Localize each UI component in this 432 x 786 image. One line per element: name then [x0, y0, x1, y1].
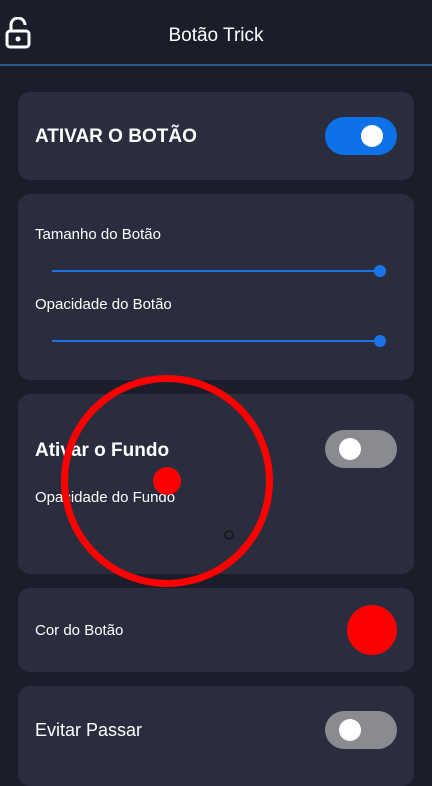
activate-button-card: ATIVAR O BOTÃO [18, 92, 414, 180]
floating-button-dot[interactable] [153, 467, 181, 495]
button-color-label: Cor do Botão [35, 622, 124, 639]
button-opacity-slider[interactable] [52, 334, 386, 348]
page-title: Botão Trick [168, 25, 264, 46]
toggle-knob [339, 719, 361, 741]
button-color-card: Cor do Botão [18, 588, 414, 672]
app-header: Botão Trick [0, 0, 432, 66]
button-size-label: Tamanho do Botão [35, 226, 161, 243]
slider-track [52, 270, 380, 272]
slider-track [52, 340, 380, 342]
toggle-knob [339, 438, 361, 460]
toggle-knob [361, 125, 383, 147]
button-size-slider[interactable] [52, 264, 386, 278]
slider-thumb[interactable] [374, 335, 386, 347]
color-picker-swatch[interactable] [347, 605, 397, 655]
background-toggle[interactable] [325, 430, 397, 468]
avoid-pass-toggle[interactable] [325, 711, 397, 749]
activate-button-label: ATIVAR O BOTÃO [35, 126, 197, 147]
avoid-pass-label: Evitar Passar [35, 720, 143, 740]
avoid-pass-card: Evitar Passar [18, 686, 414, 786]
button-size-card: Tamanho do Botão Opacidade do Botão [18, 194, 414, 380]
button-opacity-label: Opacidade do Botão [35, 296, 172, 313]
activate-button-toggle[interactable] [325, 117, 397, 155]
slider-thumb[interactable] [374, 265, 386, 277]
